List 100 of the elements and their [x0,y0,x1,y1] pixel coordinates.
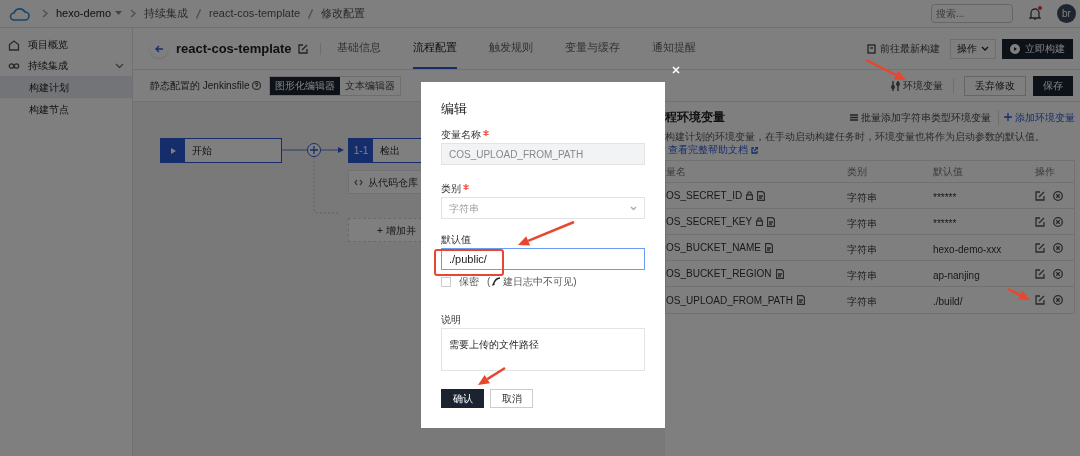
breadcrumb-link[interactable]: react-cos-template [209,5,301,22]
edit-icon[interactable] [1035,268,1045,279]
table-cell: ****** [933,191,957,203]
table-cell: ap-nanjing [933,269,980,281]
plus-icon [310,146,318,154]
build-doc-icon [867,43,876,54]
pipeline-title: react-cos-template [176,39,292,58]
node-label: 开始 [192,144,212,158]
back-button[interactable] [150,39,168,58]
user-avatar[interactable]: br [1057,4,1076,23]
delete-icon[interactable] [1053,216,1063,227]
hint-text: 建日志中不可见) [503,276,577,287]
sliders-icon [891,80,900,91]
table-cell: 字符串 [847,217,877,229]
table-cell-text: OS_UPLOAD_FROM_PATH [666,293,793,308]
type-select: 字符串 [441,197,645,219]
confirm-button[interactable]: 确认 [441,389,484,408]
tab[interactable]: 通知提醒 [651,28,696,69]
save-button[interactable]: 保存 [1033,75,1073,96]
search-field[interactable]: 搜索... [931,4,1013,23]
document-icon [775,268,784,279]
field-label: 类别 [441,183,461,194]
plus-icon [1004,113,1012,121]
add-stage-button[interactable] [307,143,321,157]
document-icon [796,295,805,305]
help-icon [252,81,262,90]
document-icon [765,242,774,253]
bell-icon[interactable] [1029,7,1041,20]
chevron-down-icon [981,46,989,51]
table-cell: hexo-demo-xxx [933,243,1002,255]
hint-text: ( [487,276,491,287]
edit-icon[interactable] [1035,216,1045,227]
table-cell-text: OS_BUCKET_REGION [666,267,772,281]
close-icon[interactable] [672,66,680,74]
text-input[interactable]: ./public/ [441,248,645,270]
checkbox-label: 保密 [459,276,479,287]
sidebar-subitem[interactable]: 构建计划 [0,76,132,98]
table-cell: 字符串 [847,269,877,281]
stage-index: 1-1 [349,139,373,162]
caret-down-icon [115,11,123,16]
tab[interactable]: 触发规则 [488,28,533,69]
sidebar-item[interactable]: 项目概览 [0,34,132,55]
chevron-right-icon [42,9,48,18]
tab[interactable]: 基础信息 [336,28,381,69]
latest-build-link[interactable]: 前往最新构建 [867,41,940,56]
edit-icon[interactable] [297,43,308,54]
dashed-connector [312,157,340,215]
table-cell: ****** [933,217,957,229]
table-cell: ./build/ [933,296,963,307]
editor-mode-toggle[interactable]: 图形化编辑器 [270,76,341,95]
cursor-icon [491,276,503,287]
table-cell-text: OS_SECRET_ID [666,189,743,203]
discard-button[interactable]: 丢弃修改 [964,75,1026,96]
panel-title: 程环境变量 [665,109,725,126]
play-icon [170,147,176,154]
play-circle-icon [1010,43,1020,54]
cloud-logo-icon [8,5,30,22]
delete-icon[interactable] [1053,242,1063,253]
column-header: 操作 [1035,166,1055,177]
code-icon [354,178,363,186]
edit-icon[interactable] [1035,242,1045,253]
node-label: 从代码仓库 [368,175,418,190]
breadcrumb-link[interactable]: hexo-demo [56,5,123,22]
document-icon [767,216,776,227]
slash-separator-icon [308,8,314,19]
jenkinsfile-label: 静态配置的 Jenkinsfile [150,79,250,93]
arrow-left-icon [154,44,164,53]
panel-description: 构建计划的环境变量，在手动启动构建任务时，环境变量也将作为启动参数的默认值。 [665,131,1045,142]
slash-separator-icon [196,8,202,19]
operations-dropdown[interactable]: 操作 [950,38,996,59]
checkbox[interactable] [441,276,451,287]
table-cell-text: OS_SECRET_KEY [666,215,753,229]
batch-add-link[interactable]: 批量添加字符串类型环境变量 [850,109,999,125]
table-cell-text: OS_BUCKET_NAME [666,241,762,255]
table-cell: 字符串 [847,243,877,255]
edit-icon[interactable] [1035,295,1045,305]
sidebar-subitem[interactable]: 构建节点 [0,98,132,120]
delete-icon[interactable] [1053,295,1063,305]
chevron-down-icon [630,205,637,211]
table-cell: 字符串 [847,296,877,307]
dialog-title: 编辑 [441,100,468,117]
node-label: 检出 [380,144,400,158]
breadcrumb-link[interactable]: 持续集成 [144,5,189,22]
chevron-down-icon [115,62,124,69]
field-label: 说明 [441,314,462,325]
tab[interactable]: 变量与缓存 [564,28,620,69]
delete-icon[interactable] [1053,268,1063,279]
edit-icon[interactable] [1035,190,1045,201]
chevron-right-icon [130,9,137,18]
table-cell: 字符串 [847,191,877,203]
cancel-button[interactable]: 取消 [490,389,533,408]
help-link[interactable]: 查看完整帮助文档 [668,144,748,155]
description-field[interactable]: 需要上传的文件路径 [441,328,645,371]
field-label: 默认值 [441,234,471,245]
build-now-button[interactable]: 立即构建 [1002,38,1073,59]
add-variable-link[interactable]: 添加环境变量 [1004,109,1075,125]
document-icon [757,190,766,201]
sidebar-item[interactable]: 持续集成 [0,55,132,76]
delete-icon[interactable] [1053,190,1063,201]
breadcrumb-link[interactable]: 修改配置 [321,5,366,22]
